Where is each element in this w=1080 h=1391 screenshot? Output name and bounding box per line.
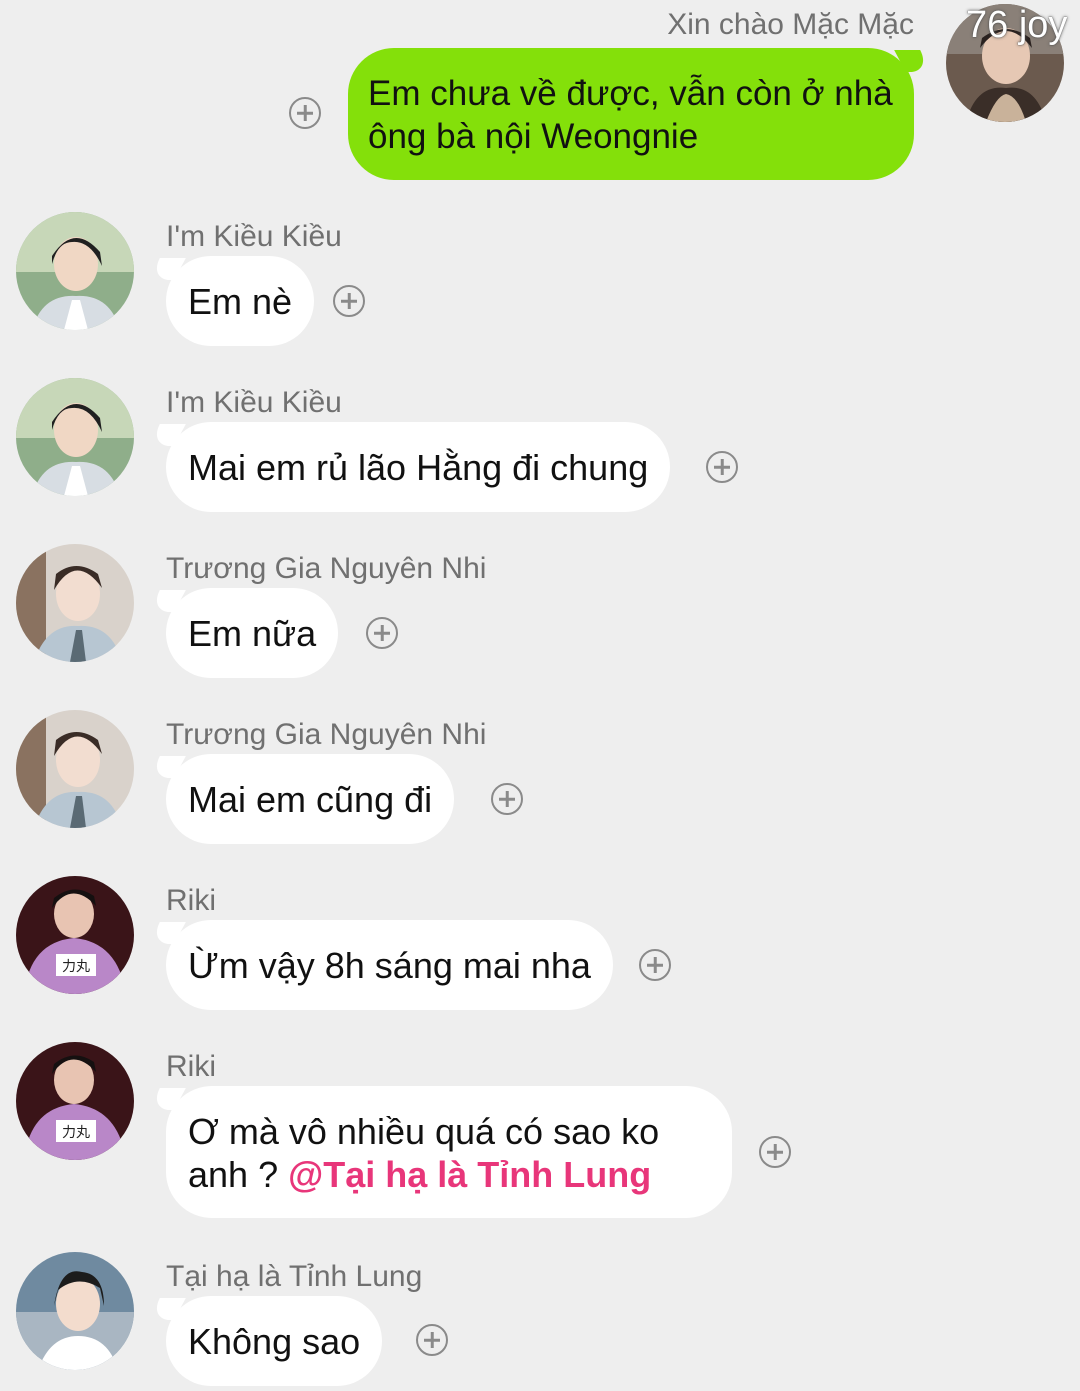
message-bubble[interactable]: Mai em cũng đi [166, 754, 455, 844]
avatar[interactable] [16, 1252, 134, 1370]
message-incoming: I'm Kiều Kiều Mai em rủ lão Hằng đi chun… [0, 376, 1080, 526]
message-bubble[interactable]: Em nữa [166, 588, 339, 678]
message-incoming: Trương Gia Nguyên Nhi Em nữa [0, 542, 1080, 692]
add-reaction-icon[interactable] [491, 783, 523, 815]
add-reaction-icon[interactable] [639, 949, 671, 981]
add-reaction-icon[interactable] [289, 97, 321, 129]
message-incoming: I'm Kiều Kiều Em nè [0, 210, 1080, 360]
message-bubble[interactable]: Ơ mà vô nhiều quá có sao ko anh ? @Tại h… [166, 1086, 732, 1218]
avatar[interactable] [16, 544, 134, 662]
message-incoming: 力丸 Riki Ơ mà vô nhiều quá có sao ko anh … [0, 1040, 1080, 1230]
add-reaction-icon[interactable] [366, 617, 398, 649]
sender-name: Tại hạ là Tỉnh Lung [166, 1260, 423, 1293]
message-bubble[interactable]: Em chưa về được, vẫn còn ở nhà ông bà nộ… [348, 48, 914, 180]
avatar[interactable] [16, 378, 134, 496]
svg-text:力丸: 力丸 [62, 959, 90, 975]
message-incoming: Tại hạ là Tỉnh Lung Không sao [0, 1250, 1080, 1391]
mention-link[interactable]: @Tại hạ là Tỉnh Lung [288, 1154, 651, 1195]
message-outgoing: Xin chào Mặc Mặc 76 joy Em chưa về được,… [0, 0, 1080, 190]
message-incoming: 力丸 Riki Ừm vậy 8h sáng mai nha [0, 874, 1080, 1024]
sender-name: Riki [166, 1050, 216, 1083]
message-bubble[interactable]: Ừm vậy 8h sáng mai nha [166, 920, 613, 1010]
add-reaction-icon[interactable] [333, 285, 365, 317]
avatar[interactable] [16, 710, 134, 828]
message-bubble[interactable]: Không sao [166, 1296, 383, 1386]
message-bubble[interactable]: Em nè [166, 256, 315, 346]
sender-name: Riki [166, 884, 216, 917]
sender-name: I'm Kiều Kiều [166, 220, 342, 253]
sender-name: Trương Gia Nguyên Nhi [166, 552, 487, 585]
sender-name: I'm Kiều Kiều [166, 386, 342, 419]
add-reaction-icon[interactable] [759, 1136, 791, 1168]
avatar[interactable]: 力丸 [16, 876, 134, 994]
avatar[interactable] [16, 212, 134, 330]
avatar[interactable]: 力丸 [16, 1042, 134, 1160]
add-reaction-icon[interactable] [706, 451, 738, 483]
avatar-badge: 76 joy [966, 4, 1068, 46]
sender-name: Xin chào Mặc Mặc [667, 8, 914, 41]
message-incoming: Trương Gia Nguyên Nhi Mai em cũng đi [0, 708, 1080, 858]
sender-name: Trương Gia Nguyên Nhi [166, 718, 487, 751]
add-reaction-icon[interactable] [416, 1324, 448, 1356]
message-bubble[interactable]: Mai em rủ lão Hằng đi chung [166, 422, 671, 512]
svg-text:力丸: 力丸 [62, 1125, 90, 1141]
